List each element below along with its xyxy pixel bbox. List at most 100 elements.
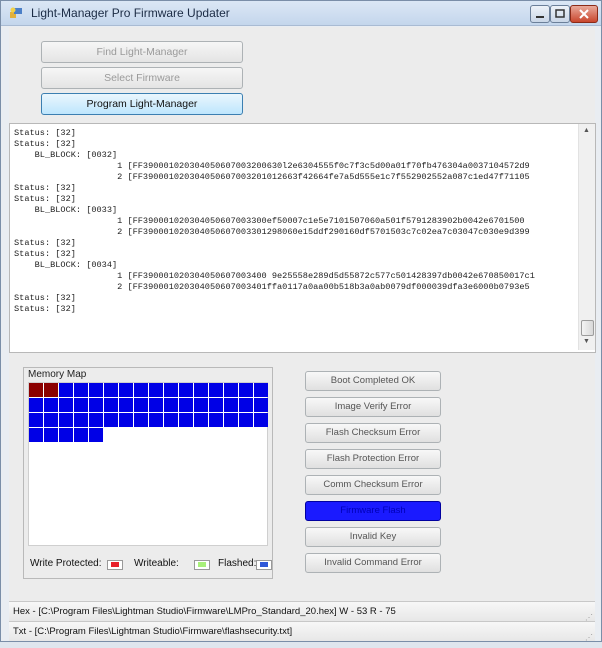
memory-block-flashed xyxy=(149,413,163,427)
memory-block-flashed xyxy=(149,383,163,397)
memory-block-flashed xyxy=(134,383,148,397)
scroll-down-icon[interactable]: ▼ xyxy=(583,338,590,345)
memory-block-flashed xyxy=(29,398,43,412)
memory-block-flashed xyxy=(239,383,253,397)
log-line: 1 [FF390001020304050607003300ef50007c1e5… xyxy=(14,216,525,226)
memory-block-flashed xyxy=(59,398,73,412)
log-lines: Status: [32] Status: [32] BL_BLOCK: [0032… xyxy=(14,128,576,315)
minimize-button[interactable] xyxy=(530,5,550,23)
log-line: Status: [32] xyxy=(14,304,76,314)
legend-flashed-swatch xyxy=(256,560,272,570)
memory-map-label: Memory Map xyxy=(28,369,87,380)
memory-block-write-protected xyxy=(29,383,43,397)
memory-block-flashed xyxy=(104,383,118,397)
memory-block-flashed xyxy=(59,428,73,442)
legend-flashed-label: Flashed: xyxy=(218,558,257,569)
memory-block-flashed xyxy=(164,383,178,397)
memory-block-flashed xyxy=(74,383,88,397)
status-comm-checksum-error[interactable]: Comm Checksum Error xyxy=(305,475,441,495)
memory-block-flashed xyxy=(29,413,43,427)
legend-writeable-label: Writeable: xyxy=(134,558,179,569)
memory-block-flashed xyxy=(239,398,253,412)
log-line: Status: [32] xyxy=(14,183,76,193)
memory-map-canvas xyxy=(28,382,268,546)
find-light-manager-button[interactable]: Find Light-Manager xyxy=(41,41,243,63)
memory-block-flashed xyxy=(194,413,208,427)
memory-block-flashed xyxy=(209,383,223,397)
memory-block-flashed xyxy=(119,413,133,427)
memory-block-flashed xyxy=(164,413,178,427)
log-line: BL_BLOCK: [0033] xyxy=(14,205,118,215)
resize-grip-icon[interactable]: ⋰ xyxy=(585,628,593,648)
memory-block-flashed xyxy=(209,413,223,427)
log-line: Status: [32] xyxy=(14,194,76,204)
memory-block-flashed xyxy=(74,413,88,427)
memory-block-flashed xyxy=(89,428,103,442)
status-image-verify-error[interactable]: Image Verify Error xyxy=(305,397,441,417)
memory-block-flashed xyxy=(239,413,253,427)
memory-block-flashed xyxy=(254,413,268,427)
log-line: 1 [FF390001020304050607003400 9e25558e28… xyxy=(14,271,535,281)
hex-file-status: Hex - [C:\Program Files\Lightman Studio\… xyxy=(13,606,396,617)
status-invalid-key[interactable]: Invalid Key xyxy=(305,527,441,547)
memory-block-flashed xyxy=(149,398,163,412)
memory-block-flashed xyxy=(134,413,148,427)
status-flash-checksum-error[interactable]: Flash Checksum Error xyxy=(305,423,441,443)
log-output[interactable]: Status: [32] Status: [32] BL_BLOCK: [0032… xyxy=(9,123,596,353)
legend-writeable-swatch xyxy=(194,560,210,570)
memory-block-flashed xyxy=(59,383,73,397)
main-panel: Find Light-Manager Select Firmware Progr… xyxy=(9,27,596,642)
hex-status-bar: Hex - [C:\Program Files\Lightman Studio\… xyxy=(9,601,595,622)
title-bar[interactable]: Light-Manager Pro Firmware Updater xyxy=(1,1,601,26)
memory-block-flashed xyxy=(89,383,103,397)
memory-map-legend: Write Protected: Writeable: Flashed: xyxy=(30,558,272,572)
memory-block-flashed xyxy=(224,413,238,427)
maximize-button[interactable] xyxy=(550,5,570,23)
scroll-up-icon[interactable]: ▲ xyxy=(583,127,590,134)
memory-block-flashed xyxy=(194,383,208,397)
maximize-icon xyxy=(555,9,565,18)
log-line: Status: [32] xyxy=(14,249,76,259)
memory-block-flashed xyxy=(89,413,103,427)
memory-block-flashed xyxy=(254,398,268,412)
log-line: 2 [FF390001020304050607003301298060e15dd… xyxy=(14,227,530,237)
memory-block-flashed xyxy=(89,398,103,412)
memory-block-flashed xyxy=(254,383,268,397)
program-light-manager-button[interactable]: Program Light-Manager xyxy=(41,93,243,115)
memory-block-flashed xyxy=(44,413,58,427)
log-line: 1 [FF390001020304050607003200630l2e63045… xyxy=(14,161,530,171)
scroll-thumb[interactable] xyxy=(581,320,594,336)
status-firmware-flash[interactable]: Firmware Flash xyxy=(305,501,441,521)
log-line: 2 [FF390001020304050607003201012663f4266… xyxy=(14,172,530,182)
memory-block-flashed xyxy=(44,398,58,412)
memory-block-flashed xyxy=(179,383,193,397)
status-flash-protection-error[interactable]: Flash Protection Error xyxy=(305,449,441,469)
app-window: Light-Manager Pro Firmware Updater Find … xyxy=(0,0,602,642)
app-icon xyxy=(10,7,22,18)
memory-map-group: Memory Map Write Protected: Writeable: F… xyxy=(23,367,273,579)
memory-block-flashed xyxy=(44,428,58,442)
memory-block-flashed xyxy=(209,398,223,412)
memory-block-flashed xyxy=(119,383,133,397)
status-invalid-command-error[interactable]: Invalid Command Error xyxy=(305,553,441,573)
memory-block-flashed xyxy=(179,398,193,412)
memory-block-flashed xyxy=(179,413,193,427)
log-line: BL_BLOCK: [0032] xyxy=(14,150,118,160)
memory-block-flashed xyxy=(74,428,88,442)
log-line: Status: [32] xyxy=(14,293,76,303)
close-button[interactable] xyxy=(570,5,598,23)
memory-block-flashed xyxy=(164,398,178,412)
log-scrollbar[interactable]: ▲ ▼ xyxy=(578,124,595,350)
memory-block-flashed xyxy=(59,413,73,427)
memory-block-flashed xyxy=(134,398,148,412)
status-boot-completed-ok[interactable]: Boot Completed OK xyxy=(305,371,441,391)
legend-write-protected-swatch xyxy=(107,560,123,570)
memory-block-flashed xyxy=(224,398,238,412)
log-line: 2 [FF390001020304050607003401ffa0117a0aa… xyxy=(14,282,530,292)
memory-block-flashed xyxy=(104,398,118,412)
select-firmware-button[interactable]: Select Firmware xyxy=(41,67,243,89)
txt-file-status: Txt - [C:\Program Files\Lightman Studio\… xyxy=(13,626,293,637)
txt-status-bar: Txt - [C:\Program Files\Lightman Studio\… xyxy=(9,621,595,642)
log-line: Status: [32] xyxy=(14,139,76,149)
close-icon xyxy=(579,9,589,19)
